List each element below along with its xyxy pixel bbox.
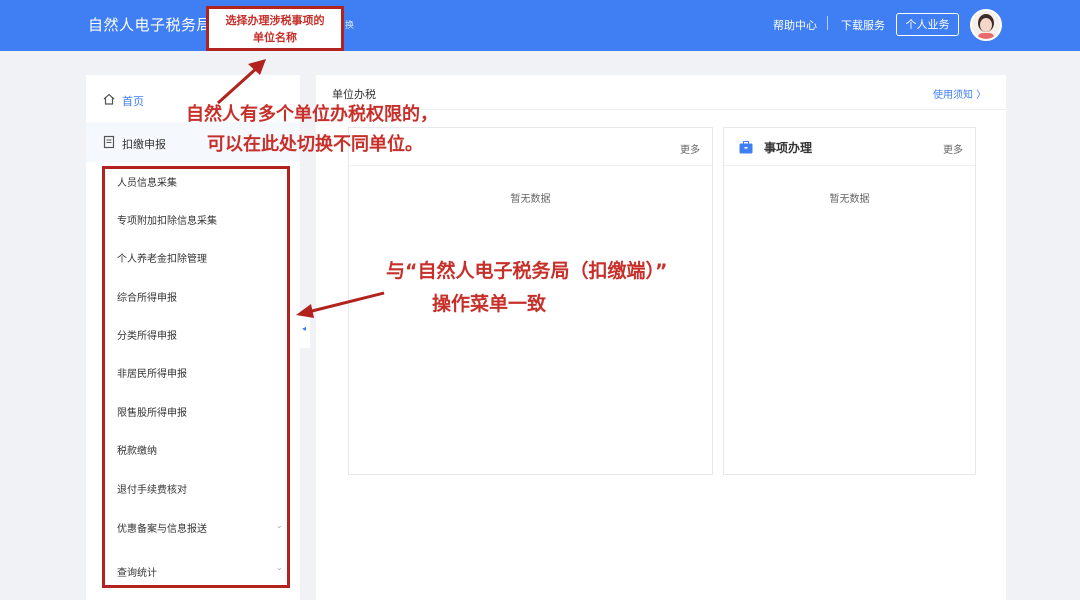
org-switch-link[interactable]: 换: [345, 18, 354, 31]
empty-state-text: 暂无数据: [510, 194, 551, 205]
personal-business-button[interactable]: 个人业务: [896, 13, 959, 36]
annotation-text: 与“自然人电子税务局（扣缴端）”: [386, 260, 668, 282]
help-center-link[interactable]: 帮助中心: [773, 17, 817, 33]
empty-state-text: 暂无数据: [829, 194, 870, 205]
card-title: 事项办理: [764, 141, 813, 155]
sidebar-collapse-toggle[interactable]: ◂: [300, 314, 310, 348]
avatar-icon: [972, 11, 1000, 39]
annotation-text: 操作菜单一致: [432, 293, 547, 315]
more-link[interactable]: 更多: [943, 141, 963, 156]
download-service-link[interactable]: 下载服务: [841, 17, 885, 33]
home-icon: [103, 93, 115, 105]
menu-annotation-frame: [102, 166, 290, 588]
annotation-text: 自然人有多个单位办税权限的，: [186, 104, 438, 125]
org-name-annotation-box: 选择办理涉税事项的 单位名称: [206, 6, 344, 51]
briefcase-icon: [739, 141, 753, 154]
sidebar-item-label: 扣缴申报: [122, 138, 166, 151]
avatar[interactable]: [970, 9, 1002, 41]
annotation-text: 选择办理涉税事项的 单位名称: [225, 14, 325, 44]
annotation-text: 可以在此处切换不同单位。: [207, 134, 423, 155]
caret-left-icon: ◂: [302, 324, 307, 333]
top-header: 自然人电子税务局 换 帮助中心 下载服务 个人业务: [0, 0, 1080, 51]
document-icon: [103, 135, 115, 149]
usage-notice-link[interactable]: 使用须知 〉: [933, 86, 986, 101]
header-divider: [827, 16, 828, 30]
more-link[interactable]: 更多: [680, 141, 700, 156]
card-header: 事项办理 更多: [724, 128, 975, 166]
app-title: 自然人电子税务局: [88, 16, 213, 34]
matters-card: 事项办理 更多 暂无数据: [723, 127, 976, 475]
sidebar-item-label: 首页: [122, 95, 144, 108]
